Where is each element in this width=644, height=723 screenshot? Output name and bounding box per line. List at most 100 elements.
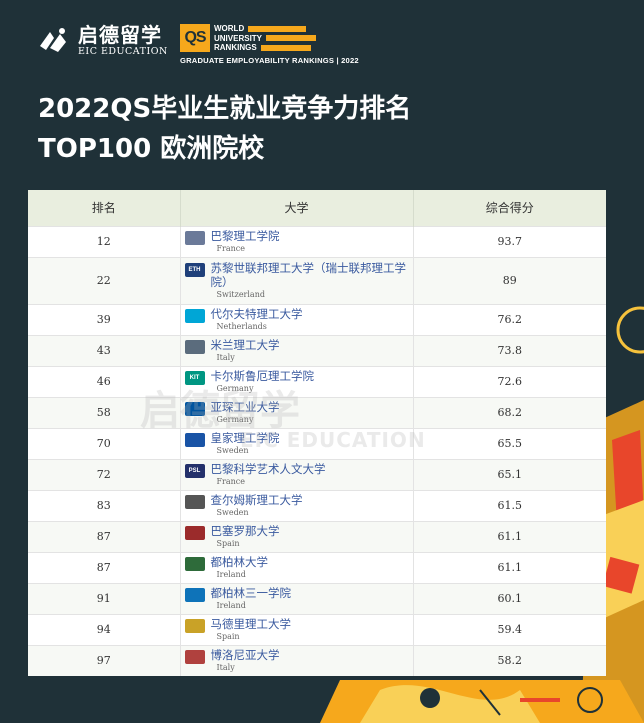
university-name-link[interactable]: 都柏林三一学院 [211, 586, 409, 600]
university-cell: 皇家理工学院 Sweden [180, 427, 414, 459]
university-cell: 代尔夫特理工大学 Netherlands [180, 303, 414, 335]
ranking-table: 排名 大学 综合得分 12 巴黎理工学院 France 93.7 22 ETH 苏黎世联邦理… [28, 190, 606, 676]
university-country: Italy [216, 352, 235, 362]
ranking-table-container: 排名 大学 综合得分 12 巴黎理工学院 France 93.7 22 ETH 苏黎世联邦理… [28, 190, 606, 676]
table-row: 70 皇家理工学院 Sweden 65.5 [28, 427, 606, 459]
university-country: Switzerland [216, 289, 265, 299]
university-name-link[interactable]: 苏黎世联邦理工大学（瑞士联邦理工学院） [211, 261, 409, 289]
university-name-link[interactable]: 卡尔斯鲁厄理工学院 [211, 369, 409, 383]
rank-cell: 72 [28, 458, 181, 490]
university-country: France [216, 243, 246, 253]
university-country: Italy [216, 662, 235, 672]
page-title-line-1: 2022QS毕业生就业竞争力排名 [38, 94, 412, 124]
logo-bologna-icon [184, 649, 205, 664]
table-row: 97 博洛尼亚大学 Italy 58.2 [28, 644, 606, 676]
university-cell: 巴塞罗那大学 Spain [180, 520, 414, 552]
university-cell: 米兰理工大学 Italy [180, 334, 414, 366]
university-cell: 马德里理工大学 Spain [180, 613, 414, 645]
logo-kit-icon: KIT [184, 370, 205, 385]
qs-line-2: UNIVERSITY [214, 33, 263, 43]
university-cell: PSL 巴黎科学艺术人文大学 France [180, 458, 414, 490]
score-cell: 61.5 [413, 489, 606, 521]
university-cell: 亚琛工业大学 Germany [180, 396, 414, 428]
university-country: Ireland [216, 600, 246, 610]
table-row: 87 巴塞罗那大学 Spain 61.1 [28, 520, 606, 552]
table-header-row: 排名 大学 综合得分 [28, 190, 606, 226]
score-cell: 60.1 [413, 582, 606, 614]
university-country: Germany [216, 414, 254, 424]
qs-mark: QS [180, 24, 210, 52]
table-row: 58 亚琛工业大学 Germany 68.2 [28, 396, 606, 428]
score-cell: 65.5 [413, 427, 606, 459]
rank-cell: 83 [28, 489, 181, 521]
university-country: Spain [216, 538, 240, 548]
rank-cell: 43 [28, 334, 181, 366]
header-university: 大学 [180, 190, 414, 226]
logo-ucd-icon [184, 556, 205, 571]
logo-kth-icon [184, 432, 205, 447]
logo-trinity-icon [184, 587, 205, 602]
qs-logo: QS WORLD UNIVERSITY RANKINGS GRADUATE EM… [174, 18, 362, 72]
eic-logo-en: EIC EDUCATION [78, 46, 168, 57]
header-score: 综合得分 [413, 190, 606, 226]
university-country: France [216, 476, 246, 486]
table-row: 43 米兰理工大学 Italy 73.8 [28, 334, 606, 366]
university-cell: 都柏林三一学院 Ireland [180, 582, 414, 614]
table-row: 83 查尔姆斯理工大学 Sweden 61.5 [28, 489, 606, 521]
rank-cell: 22 [28, 256, 181, 304]
university-name-link[interactable]: 代尔夫特理工大学 [211, 307, 409, 321]
qs-bar-icon [260, 44, 311, 51]
page-title-line-2: TOP100 欧洲院校 [38, 134, 265, 164]
rank-cell: 91 [28, 582, 181, 614]
logo-tu-delft-icon [184, 308, 205, 323]
university-cell: ETH 苏黎世联邦理工大学（瑞士联邦理工学院） Switzerland [180, 256, 414, 304]
table-row: 87 都柏林大学 Ireland 61.1 [28, 551, 606, 583]
university-name-link[interactable]: 博洛尼亚大学 [211, 648, 409, 662]
table-row: 39 代尔夫特理工大学 Netherlands 76.2 [28, 303, 606, 335]
university-cell: KIT 卡尔斯鲁厄理工学院 Germany [180, 365, 414, 397]
university-country: Spain [216, 631, 240, 641]
rank-cell: 46 [28, 365, 181, 397]
qs-line-1: WORLD [214, 24, 245, 33]
eic-logo: 启德留学 EIC EDUCATION [36, 24, 168, 58]
qs-line-3: RANKINGS [214, 43, 257, 52]
university-name-link[interactable]: 米兰理工大学 [211, 338, 409, 352]
university-name-link[interactable]: 马德里理工大学 [211, 617, 409, 631]
university-cell: 查尔姆斯理工大学 Sweden [180, 489, 414, 521]
university-name-link[interactable]: 巴黎科学艺术人文大学 [211, 462, 409, 476]
university-country: Ireland [216, 569, 246, 579]
page-header: 启德留学 EIC EDUCATION QS WORLD UNIVERSITY R… [0, 0, 644, 180]
university-cell: 都柏林大学 Ireland [180, 551, 414, 583]
rank-cell: 97 [28, 644, 181, 676]
table-row: 22 ETH 苏黎世联邦理工大学（瑞士联邦理工学院） Switzerland 89 [28, 256, 606, 304]
university-cell: 博洛尼亚大学 Italy [180, 644, 414, 676]
table-row: 12 巴黎理工学院 France 93.7 [28, 225, 606, 257]
university-cell: 巴黎理工学院 France [180, 225, 414, 257]
university-name-link[interactable]: 查尔姆斯理工大学 [211, 493, 409, 507]
table-row: 72 PSL 巴黎科学艺术人文大学 France 65.1 [28, 458, 606, 490]
university-name-link[interactable]: 都柏林大学 [211, 555, 409, 569]
university-country: Netherlands [216, 321, 267, 331]
score-cell: 89 [413, 256, 606, 304]
score-cell: 65.1 [413, 458, 606, 490]
logo-psl-icon: PSL [184, 463, 205, 478]
score-cell: 76.2 [413, 303, 606, 335]
rank-cell: 12 [28, 225, 181, 257]
qs-bar-icon [266, 35, 317, 42]
university-country: Sweden [216, 445, 249, 455]
logo-eth-icon: ETH [184, 262, 205, 277]
university-name-link[interactable]: 巴塞罗那大学 [211, 524, 409, 538]
logo-chalmers-icon [184, 494, 205, 509]
university-country: Sweden [216, 507, 249, 517]
rank-cell: 94 [28, 613, 181, 645]
rank-cell: 58 [28, 396, 181, 428]
score-cell: 61.1 [413, 520, 606, 552]
university-name-link[interactable]: 皇家理工学院 [211, 431, 409, 445]
logo-paris-polytech-icon [184, 230, 205, 245]
eic-logo-cn: 启德留学 [78, 23, 162, 47]
score-cell: 73.8 [413, 334, 606, 366]
university-name-link[interactable]: 巴黎理工学院 [211, 229, 409, 243]
qs-bar-icon [248, 25, 307, 32]
eic-logo-icon [40, 28, 66, 52]
university-name-link[interactable]: 亚琛工业大学 [211, 400, 409, 414]
